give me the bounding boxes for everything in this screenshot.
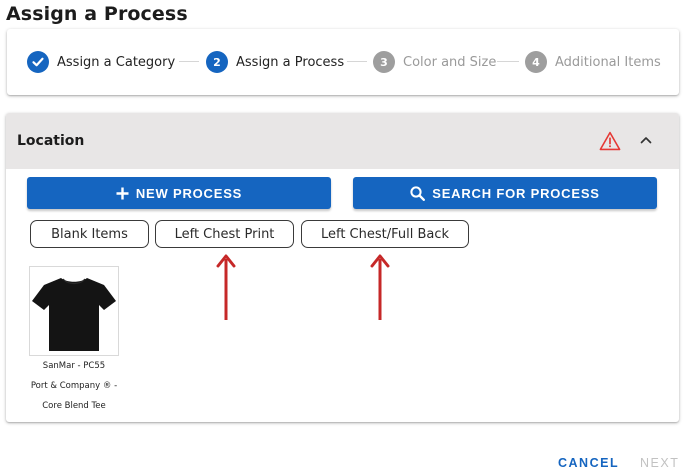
step-number: 4: [525, 51, 547, 73]
search-for-process-button[interactable]: SEARCH FOR PROCESS: [353, 177, 657, 209]
product-caption-line: SanMar - PC55: [42, 361, 106, 371]
product-caption-line: Port & Company ® -: [30, 381, 118, 391]
process-chip-blank-items[interactable]: Blank Items: [30, 220, 149, 248]
location-title: Location: [17, 133, 85, 149]
location-panel: Location NEW PROCESS SEARCH FOR PROCESS …: [6, 113, 679, 422]
step-additional-items[interactable]: 4 Additional Items: [525, 51, 661, 73]
location-header[interactable]: Location: [6, 113, 679, 169]
step-label: Assign a Process: [236, 54, 345, 70]
plus-icon: [116, 187, 129, 200]
product-image[interactable]: [29, 266, 119, 356]
new-process-label: NEW PROCESS: [135, 185, 243, 201]
step-assign-category[interactable]: Assign a Category: [27, 51, 175, 73]
step-number: 2: [206, 51, 228, 73]
step-label: Assign a Category: [57, 54, 176, 70]
black-tshirt-image: [32, 278, 116, 351]
warning-triangle-icon: [599, 131, 621, 151]
product-caption-line: Core Blend Tee: [42, 401, 106, 411]
step-connector: [347, 61, 367, 62]
process-chip-left-chest-print[interactable]: Left Chest Print: [155, 220, 294, 248]
process-chip-left-chest-full-back[interactable]: Left Chest/Full Back: [301, 220, 469, 248]
check-icon: [27, 51, 49, 73]
annotation-arrow-up: [370, 254, 390, 320]
step-color-size[interactable]: 3 Color and Size: [373, 51, 496, 73]
new-process-button[interactable]: NEW PROCESS: [27, 177, 331, 209]
step-label: Color and Size: [403, 54, 497, 70]
stepper: Assign a Category 2 Assign a Process 3 C…: [7, 29, 679, 95]
search-icon: [410, 185, 426, 201]
page-title: Assign a Process: [6, 3, 188, 25]
search-for-process-label: SEARCH FOR PROCESS: [432, 185, 600, 201]
step-connector: [497, 61, 519, 62]
next-button[interactable]: NEXT: [640, 456, 679, 470]
cancel-button[interactable]: CANCEL: [558, 456, 619, 470]
step-connector: [179, 61, 199, 62]
chevron-up-icon[interactable]: [638, 132, 654, 148]
step-assign-process[interactable]: 2 Assign a Process: [206, 51, 344, 73]
step-label: Additional Items: [555, 54, 661, 70]
step-number: 3: [373, 51, 395, 73]
annotation-arrow-up: [216, 254, 236, 320]
